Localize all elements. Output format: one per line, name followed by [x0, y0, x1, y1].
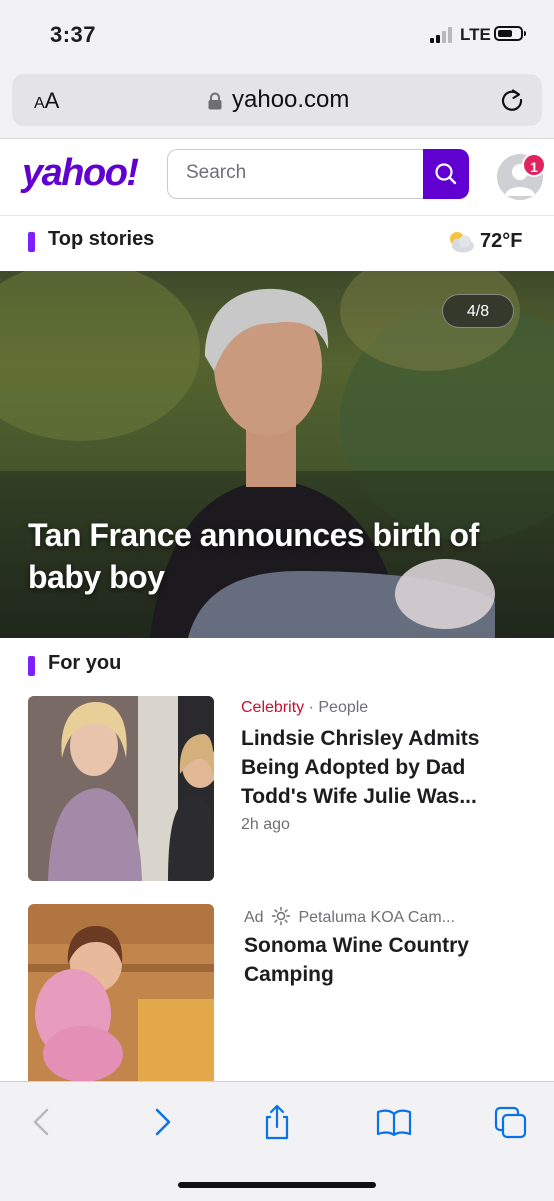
tabs-icon[interactable] — [492, 1102, 532, 1142]
cellular-signal-icon — [430, 27, 454, 43]
ad-meta: Ad Petaluma KOA Cam... — [244, 906, 455, 927]
lock-icon — [208, 92, 222, 110]
ad-thumbnail[interactable] — [28, 904, 214, 1081]
ad-label: Ad — [244, 909, 264, 926]
partly-cloudy-icon — [450, 232, 474, 253]
top-stories-label: Top stories — [48, 228, 155, 250]
battery-icon — [494, 26, 526, 41]
story-image — [28, 696, 214, 881]
address-bar[interactable]: AA yahoo.com — [12, 74, 542, 126]
bookmarks-icon[interactable] — [374, 1102, 414, 1142]
forward-icon[interactable] — [142, 1102, 182, 1142]
ad-image — [28, 904, 214, 1081]
browser-address-area: AA yahoo.com — [0, 64, 554, 139]
ad-headline[interactable]: Sonoma Wine Country Camping — [244, 931, 534, 989]
search-field[interactable] — [167, 149, 423, 199]
story-source: People — [318, 699, 369, 716]
weather-temperature: 72°F — [480, 230, 523, 252]
search-icon — [435, 163, 457, 185]
section-accent-bar — [28, 232, 35, 252]
story-thumbnail[interactable] — [28, 696, 214, 881]
ad-source[interactable]: Petaluma KOA Cam... — [298, 909, 455, 926]
sponsor-logo-icon — [271, 906, 291, 926]
story-category[interactable]: Celebrity — [241, 699, 304, 716]
hero-story[interactable]: 4/8 Tan France announces birth of baby b… — [0, 271, 554, 638]
share-icon[interactable] — [257, 1102, 297, 1142]
status-time: 3:37 — [50, 22, 97, 47]
status-bar: 3:37 LTE — [0, 0, 554, 64]
story-time: 2h ago — [241, 816, 290, 833]
site-header: yahoo! 1 — [0, 139, 554, 216]
home-indicator[interactable] — [178, 1182, 376, 1188]
story-headline[interactable]: Lindsie Chrisley Admits Being Adopted by… — [241, 724, 531, 811]
slide-counter: 4/8 — [442, 294, 514, 328]
reload-icon[interactable] — [498, 86, 526, 114]
notification-badge: 1 — [522, 153, 546, 177]
meta-separator: · — [308, 699, 314, 716]
yahoo-logo[interactable]: yahoo! — [22, 152, 139, 195]
for-you-label: For you — [48, 652, 122, 674]
url-text: yahoo.com — [232, 86, 350, 113]
hero-headline[interactable]: Tan France announces birth of baby boy — [28, 514, 528, 598]
back-icon[interactable] — [22, 1102, 62, 1142]
section-accent-bar — [28, 656, 35, 676]
search-input[interactable] — [184, 161, 408, 185]
story-meta: Celebrity · People — [241, 699, 368, 717]
network-type: LTE — [460, 25, 491, 44]
text-size-button[interactable]: AA — [34, 88, 59, 114]
search-button[interactable] — [423, 149, 469, 199]
